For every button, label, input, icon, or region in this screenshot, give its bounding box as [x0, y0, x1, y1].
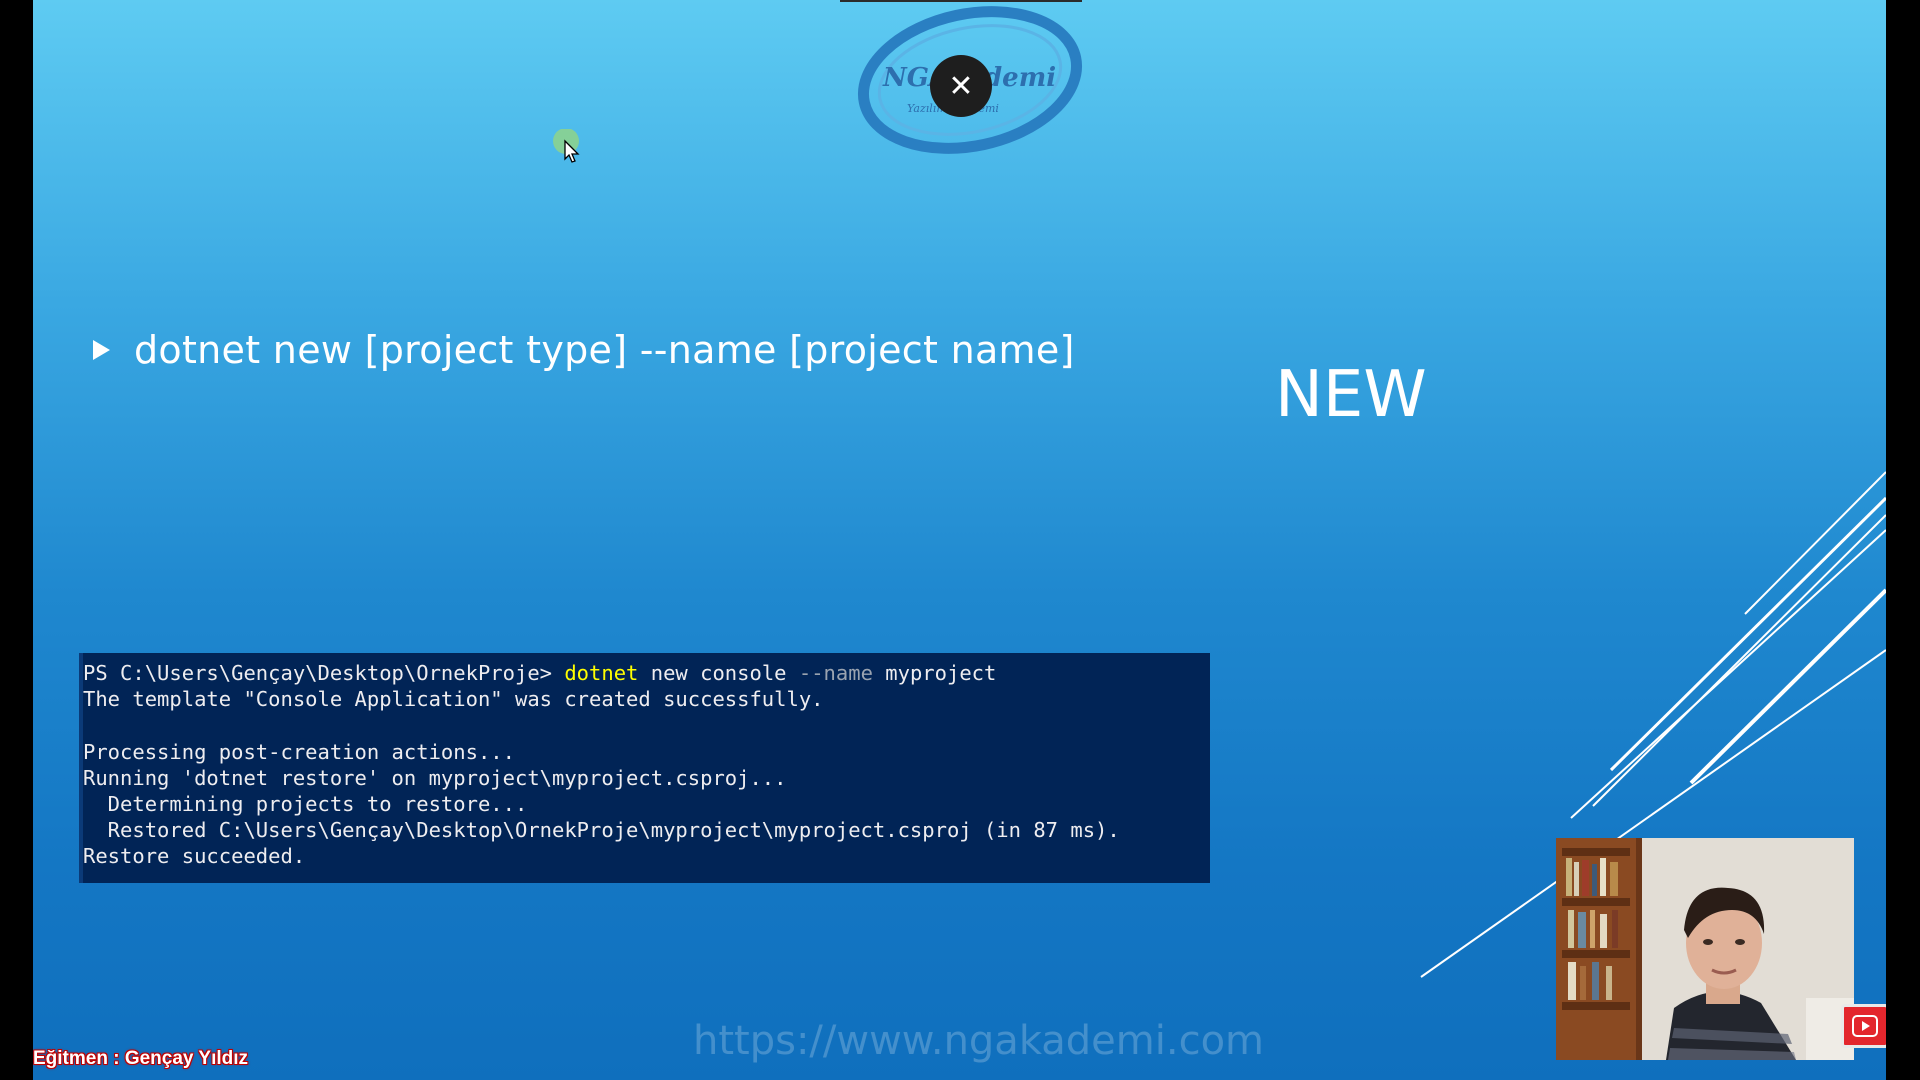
console-prompt: PS C:\Users\Gençay\Desktop\OrnekProje>	[83, 661, 565, 685]
triangle-bullet-icon	[93, 340, 110, 360]
console-output-line: Restore succeeded.	[83, 844, 306, 869]
mouse-pointer-icon	[553, 129, 580, 163]
console-command: dotnet	[564, 661, 639, 685]
slide-title: NEW	[1275, 358, 1427, 432]
console-args: new console	[638, 661, 799, 685]
webcam-image	[1556, 838, 1854, 1060]
console-command-line: PS C:\Users\Gençay\Desktop\OrnekProje> d…	[83, 660, 1210, 686]
website-watermark: https://www.ngakademi.com	[693, 1018, 1265, 1064]
console-output-line: Restored C:\Users\Gençay\Desktop\OrnekPr…	[83, 818, 1120, 843]
bullet-item: dotnet new [project type] --name [projec…	[93, 328, 1075, 372]
youtube-play-button[interactable]	[1841, 1004, 1886, 1048]
webcam-video-feed	[1556, 838, 1854, 1060]
instructor-caption: Eğitmen : Gençay Yıldız	[33, 1048, 249, 1069]
powershell-console: PS C:\Users\Gençay\Desktop\OrnekProje> d…	[79, 653, 1210, 883]
console-output-line: Processing post-creation actions...	[83, 739, 515, 764]
console-param: --name	[798, 661, 873, 685]
close-icon[interactable]: ✕	[948, 69, 973, 104]
youtube-play-icon[interactable]	[1852, 1015, 1878, 1037]
console-output-line: The template "Console Application" was c…	[83, 687, 824, 712]
console-args: myproject	[872, 661, 997, 685]
console-output-line: Running 'dotnet restore' on myproject\my…	[83, 765, 787, 790]
slide-canvas: NGAkademi Yazılım Akademi ✕ dotnet new […	[33, 0, 1886, 1080]
close-overlay-button[interactable]: ✕	[930, 55, 992, 117]
bullet-text: dotnet new [project type] --name [projec…	[134, 328, 1075, 372]
console-output-line: Determining projects to restore...	[83, 791, 528, 816]
